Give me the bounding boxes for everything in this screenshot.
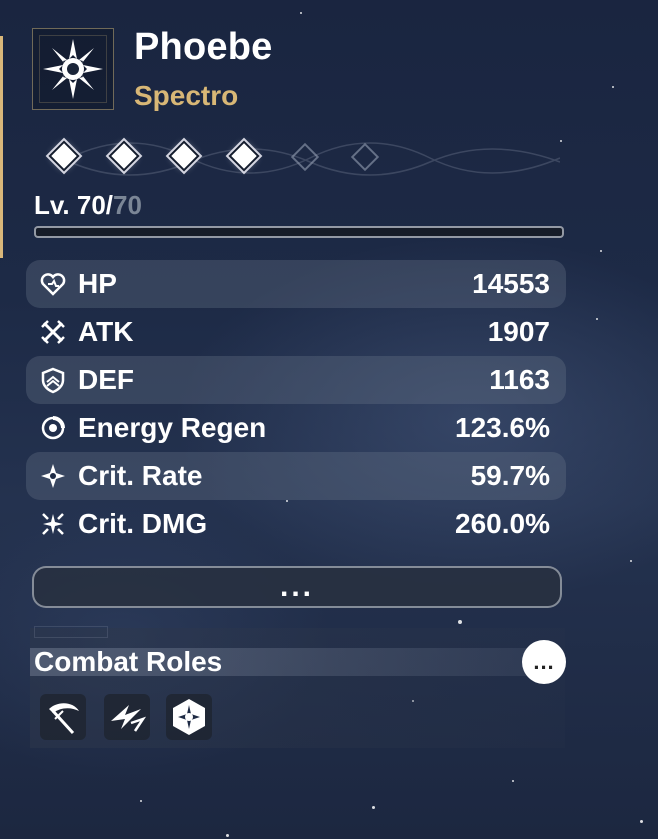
stat-value: 1163 <box>489 364 550 395</box>
character-name: Phoebe <box>134 26 273 68</box>
resonance-node-4[interactable] <box>230 142 260 172</box>
stat-row-atk: ATK 1907 <box>26 308 566 356</box>
stat-label: HP <box>78 268 117 299</box>
crit-rate-icon <box>38 461 68 491</box>
stat-row-energy-regen: Energy Regen 123.6% <box>26 404 566 452</box>
level-display: Lv. 70/70 <box>34 190 142 221</box>
more-stats-button[interactable]: ... <box>32 566 562 608</box>
exp-progress-bar <box>34 226 564 238</box>
combat-role-3[interactable] <box>166 694 212 740</box>
stat-row-crit-rate: Crit. Rate 59.7% <box>26 452 566 500</box>
combat-roles-more-button[interactable]: ... <box>522 640 566 684</box>
stat-label: DEF <box>78 364 134 395</box>
stat-value: 1907 <box>487 316 550 347</box>
level-separator: / <box>105 190 114 220</box>
stat-row-hp: HP 14553 <box>26 260 566 308</box>
stat-label: Crit. Rate <box>78 460 203 491</box>
swords-icon <box>38 317 68 347</box>
character-element: Spectro <box>134 80 239 111</box>
level-prefix: Lv. <box>34 190 77 220</box>
stat-value: 260.0% <box>455 508 550 539</box>
spectro-sun-icon <box>43 39 103 99</box>
stat-value: 14553 <box>472 268 550 299</box>
resonance-node-5[interactable] <box>290 142 320 172</box>
crit-dmg-icon <box>38 509 68 539</box>
spectro-hex-icon <box>173 699 205 735</box>
energy-regen-icon <box>38 413 68 443</box>
stat-row-crit-dmg: Crit. DMG 260.0% <box>26 500 566 548</box>
stat-label: ATK <box>78 316 134 347</box>
level-current: 70 <box>76 190 106 220</box>
panel-tag-decoration <box>34 626 108 638</box>
stat-value: 123.6% <box>455 412 550 443</box>
shield-icon <box>38 365 68 395</box>
selection-accent-bar <box>0 36 3 258</box>
combat-role-2[interactable] <box>104 694 150 740</box>
stat-value: 59.7% <box>470 460 550 491</box>
stat-label: Energy Regen <box>78 412 267 443</box>
resonance-node-2[interactable] <box>110 142 140 172</box>
resonance-node-3[interactable] <box>170 142 200 172</box>
scythe-icon <box>49 703 79 735</box>
stat-row-def: DEF 1163 <box>26 356 566 404</box>
stat-label: Crit. DMG <box>78 508 208 539</box>
level-max: 70 <box>113 190 142 220</box>
lightning-icon <box>111 705 147 732</box>
combat-roles-title: Combat Roles <box>34 646 223 677</box>
heart-icon <box>38 269 68 299</box>
stats-list: HP 14553 ATK 1907 DEF 1163 Energy Regen … <box>26 260 566 548</box>
combat-role-1[interactable] <box>40 694 86 740</box>
character-portrait <box>32 28 114 110</box>
resonance-chain <box>50 142 380 172</box>
resonance-node-1[interactable] <box>50 142 80 172</box>
resonance-node-6[interactable] <box>350 142 380 172</box>
